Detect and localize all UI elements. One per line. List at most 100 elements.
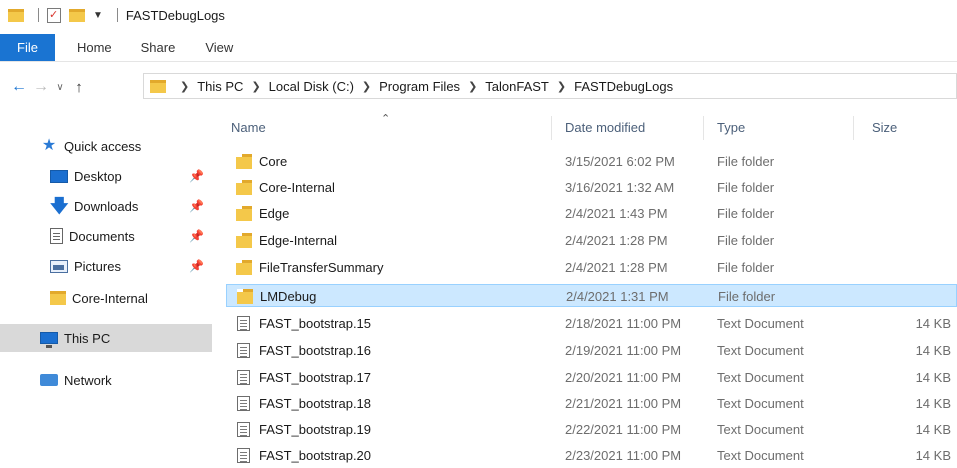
breadcrumb-program-files[interactable]: Program Files bbox=[379, 79, 460, 94]
file-name: FAST_bootstrap.20 bbox=[259, 448, 372, 463]
file-name: Core bbox=[259, 154, 288, 169]
address-bar[interactable]: ❯ This PC ❯ Local Disk (C:) ❯ Program Fi… bbox=[143, 73, 957, 99]
file-row[interactable]: Core 3/15/2021 6:02 PM File folder bbox=[226, 150, 957, 173]
sidebar-item-quick-access[interactable]: ★ Quick access bbox=[0, 132, 212, 160]
file-size: 14 KB bbox=[915, 316, 951, 331]
text-document-icon bbox=[237, 396, 250, 411]
sidebar-item-label: Network bbox=[64, 372, 112, 388]
pin-icon[interactable]: 📌 bbox=[189, 229, 204, 243]
sidebar-item-pictures[interactable]: Pictures 📌 bbox=[0, 252, 212, 280]
file-date-modified: 2/4/2021 1:31 PM bbox=[566, 289, 669, 304]
file-name: Core-Internal bbox=[259, 180, 335, 195]
file-row[interactable]: FAST_bootstrap.19 2/22/2021 11:00 PM Tex… bbox=[226, 418, 957, 441]
sidebar-item-label: This PC bbox=[64, 330, 111, 346]
text-document-icon bbox=[237, 422, 250, 437]
desktop-icon bbox=[50, 169, 68, 183]
file-row[interactable]: FAST_bootstrap.15 2/18/2021 11:00 PM Tex… bbox=[226, 312, 957, 335]
sidebar-item-label: Core-Internal bbox=[72, 290, 148, 306]
properties-icon[interactable] bbox=[47, 7, 61, 23]
file-type: Text Document bbox=[717, 316, 804, 331]
file-date-modified: 3/16/2021 1:32 AM bbox=[565, 180, 675, 195]
file-size: 14 KB bbox=[915, 396, 951, 411]
folder-icon bbox=[150, 79, 166, 93]
file-type: Text Document bbox=[717, 396, 804, 411]
sidebar-item-network[interactable]: Network bbox=[0, 366, 212, 394]
file-row[interactable]: FAST_bootstrap.18 2/21/2021 11:00 PM Tex… bbox=[226, 392, 957, 415]
tab-share[interactable]: Share bbox=[126, 34, 191, 61]
file-name: Edge-Internal bbox=[259, 233, 338, 248]
column-header-date-modified[interactable]: Date modified bbox=[565, 120, 645, 135]
file-row[interactable]: Core-Internal 3/16/2021 1:32 AM File fol… bbox=[226, 176, 957, 199]
sidebar-item-label: Quick access bbox=[64, 138, 142, 154]
computer-icon bbox=[40, 332, 58, 348]
file-name: FAST_bootstrap.19 bbox=[259, 422, 372, 437]
folder-icon bbox=[236, 260, 252, 275]
sidebar-item-this-pc[interactable]: This PC bbox=[0, 324, 212, 352]
file-type: File folder bbox=[717, 233, 775, 248]
sidebar-item-documents[interactable]: Documents 📌 bbox=[0, 222, 212, 250]
pin-icon[interactable]: 📌 bbox=[189, 169, 204, 183]
sidebar-item-core-internal[interactable]: Core-Internal bbox=[0, 284, 212, 312]
file-row[interactable]: Edge 2/4/2021 1:43 PM File folder bbox=[226, 202, 957, 225]
new-folder-icon[interactable] bbox=[69, 8, 85, 22]
file-date-modified: 2/4/2021 1:28 PM bbox=[565, 233, 668, 248]
column-header-size[interactable]: Size bbox=[872, 120, 897, 135]
column-divider[interactable] bbox=[703, 116, 704, 140]
chevron-right-icon[interactable]: ❯ bbox=[180, 80, 189, 93]
breadcrumb-fastdebuglogs[interactable]: FASTDebugLogs bbox=[574, 79, 673, 94]
breadcrumb-talonfast[interactable]: TalonFAST bbox=[485, 79, 549, 94]
file-row[interactable]: FAST_bootstrap.20 2/23/2021 11:00 PM Tex… bbox=[226, 444, 957, 467]
file-date-modified: 2/21/2021 11:00 PM bbox=[565, 396, 682, 411]
tab-home[interactable]: Home bbox=[55, 34, 126, 61]
folder-icon bbox=[236, 154, 252, 169]
file-type: Text Document bbox=[717, 448, 804, 463]
file-row[interactable]: Edge-Internal 2/4/2021 1:28 PM File fold… bbox=[226, 229, 957, 252]
navigation-pane: ★ Quick access Desktop 📌 🡇 Downloads 📌 D… bbox=[0, 112, 212, 468]
file-date-modified: 2/22/2021 11:00 PM bbox=[565, 422, 682, 437]
forward-arrow-icon[interactable]: → bbox=[30, 78, 52, 96]
file-row[interactable]: FAST_bootstrap.17 2/20/2021 11:00 PM Tex… bbox=[226, 366, 957, 389]
column-header-row: ⌃ Name Date modified Type Size bbox=[213, 112, 957, 142]
column-header-name[interactable]: Name bbox=[231, 120, 266, 135]
file-row-selected[interactable]: LMDebug 2/4/2021 1:31 PM File folder bbox=[226, 284, 957, 307]
file-type: File folder bbox=[717, 154, 775, 169]
sidebar-item-desktop[interactable]: Desktop 📌 bbox=[0, 162, 212, 190]
file-date-modified: 2/4/2021 1:43 PM bbox=[565, 206, 668, 221]
chevron-right-icon[interactable]: ❯ bbox=[468, 80, 477, 93]
breadcrumb-this-pc[interactable]: This PC bbox=[197, 79, 243, 94]
file-name: FAST_bootstrap.16 bbox=[259, 343, 372, 358]
file-type: Text Document bbox=[717, 422, 804, 437]
chevron-right-icon[interactable]: ❯ bbox=[362, 80, 371, 93]
customize-toolbar-dropdown-icon[interactable]: ▼ bbox=[93, 10, 103, 21]
file-name: FileTransferSummary bbox=[259, 260, 384, 275]
column-divider[interactable] bbox=[853, 116, 854, 140]
column-divider[interactable] bbox=[551, 116, 552, 140]
pin-icon[interactable]: 📌 bbox=[189, 199, 204, 213]
folder-icon bbox=[237, 289, 253, 304]
sidebar-item-downloads[interactable]: 🡇 Downloads 📌 bbox=[0, 192, 212, 220]
tab-file[interactable]: File bbox=[0, 34, 55, 61]
window-title: FASTDebugLogs bbox=[125, 7, 225, 23]
up-arrow-icon[interactable]: ↑ bbox=[68, 79, 90, 96]
folder-icon bbox=[50, 291, 66, 305]
chevron-right-icon[interactable]: ❯ bbox=[251, 80, 260, 93]
tab-view[interactable]: View bbox=[190, 34, 248, 61]
file-date-modified: 2/4/2021 1:28 PM bbox=[565, 260, 668, 275]
file-date-modified: 2/23/2021 11:00 PM bbox=[565, 448, 682, 463]
file-row[interactable]: FileTransferSummary 2/4/2021 1:28 PM Fil… bbox=[226, 256, 957, 279]
file-type: File folder bbox=[718, 289, 776, 304]
folder-icon bbox=[236, 180, 252, 195]
column-header-type[interactable]: Type bbox=[717, 120, 745, 135]
pin-icon[interactable]: 📌 bbox=[189, 259, 204, 273]
folder-icon bbox=[8, 8, 24, 22]
star-icon: ★ bbox=[41, 137, 57, 154]
sidebar-item-label: Desktop bbox=[74, 168, 122, 184]
recent-locations-chevron-icon[interactable]: ∨ bbox=[52, 82, 68, 93]
file-name: FAST_bootstrap.15 bbox=[259, 316, 372, 331]
file-type: File folder bbox=[717, 180, 775, 195]
back-arrow-icon[interactable]: ← bbox=[8, 78, 30, 96]
breadcrumb-local-disk[interactable]: Local Disk (C:) bbox=[269, 79, 354, 94]
file-row[interactable]: FAST_bootstrap.16 2/19/2021 11:00 PM Tex… bbox=[226, 339, 957, 362]
file-date-modified: 2/18/2021 11:00 PM bbox=[565, 316, 682, 331]
chevron-right-icon[interactable]: ❯ bbox=[557, 80, 566, 93]
